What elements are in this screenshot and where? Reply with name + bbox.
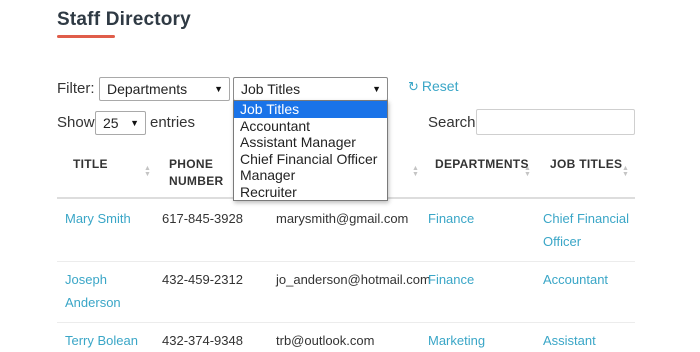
table-row-department[interactable]: Finance xyxy=(428,207,474,230)
dropdown-option-job-titles[interactable]: Job Titles xyxy=(234,101,387,118)
column-header-title[interactable]: TITLE xyxy=(73,156,108,173)
page-title: Staff Directory xyxy=(57,9,191,30)
entries-select[interactable]: 25 ▼ xyxy=(95,111,146,135)
reset-label: Reset xyxy=(421,78,459,94)
chevron-down-icon: ▼ xyxy=(130,118,139,128)
search-label: Search: xyxy=(428,114,480,131)
sort-icon: ▲ ▼ xyxy=(412,165,419,178)
column-header-phone-label-1: PHONE xyxy=(169,157,214,171)
table-row-name[interactable]: Mary Smith xyxy=(65,207,131,230)
table-row-department[interactable]: Finance xyxy=(428,268,474,291)
dropdown-option-chief-financial-officer[interactable]: Chief Financial Officer xyxy=(234,151,387,168)
reset-icon: ↻ xyxy=(408,79,419,94)
chevron-down-icon: ▼ xyxy=(372,84,381,94)
entries-select-value: 25 xyxy=(103,115,119,131)
dropdown-option-recruiter[interactable]: Recruiter xyxy=(234,184,387,201)
job-titles-select[interactable]: Job Titles ▼ xyxy=(233,77,388,101)
row-name-line: Joseph xyxy=(65,272,107,287)
row-job-line: Officer xyxy=(543,234,582,249)
show-label: Show xyxy=(57,114,95,131)
row-job-line: Chief Financial xyxy=(543,211,629,226)
search-input[interactable] xyxy=(476,109,635,135)
column-header-job-titles-label: JOB TITLES xyxy=(550,157,623,171)
column-header-departments-label: DEPARTMENTS xyxy=(435,157,529,171)
dropdown-option-manager[interactable]: Manager xyxy=(234,167,387,184)
table-row-job-title[interactable]: Chief Financial Officer xyxy=(543,207,629,253)
table-row-job-title[interactable]: Accountant xyxy=(543,268,608,291)
column-header-phone[interactable]: PHONE NUMBER xyxy=(169,156,223,190)
row-divider xyxy=(57,261,635,262)
job-titles-select-value: Job Titles xyxy=(241,81,301,97)
column-header-job-titles[interactable]: JOB TITLES xyxy=(550,156,622,173)
column-header-phone-label-2: NUMBER xyxy=(169,174,224,188)
table-row-job-title[interactable]: Assistant xyxy=(543,329,596,352)
table-row-phone: 617-845-3928 xyxy=(162,211,243,226)
entries-label: entries xyxy=(150,114,196,131)
dropdown-option-accountant[interactable]: Accountant xyxy=(234,118,387,135)
departments-select-value: Departments xyxy=(107,81,188,97)
row-job-line: Accountant xyxy=(543,272,609,287)
row-job-line: Assistant xyxy=(543,333,596,348)
sort-icon: ▲ ▼ xyxy=(524,165,531,178)
table-row-phone: 432-374-9348 xyxy=(162,333,243,348)
sort-icon: ▲ ▼ xyxy=(144,165,151,178)
table-row-email: marysmith@gmail.com xyxy=(276,211,409,226)
table-row-email: jo_anderson@hotmail.com xyxy=(276,272,431,287)
table-row-email: trb@outlook.com xyxy=(276,333,375,348)
row-name-line: Anderson xyxy=(65,295,121,310)
table-row-name[interactable]: Terry Bolean xyxy=(65,329,138,352)
filter-label: Filter: xyxy=(57,80,95,97)
title-underline xyxy=(57,35,115,38)
row-name-line: Terry Bolean xyxy=(65,333,138,348)
table-row-department[interactable]: Marketing xyxy=(428,329,485,352)
reset-button[interactable]: ↻ Reset xyxy=(408,78,458,95)
column-header-departments[interactable]: DEPARTMENTS xyxy=(435,156,529,173)
job-titles-dropdown-list[interactable]: Job Titles Accountant Assistant Manager … xyxy=(233,100,388,201)
table-row-phone: 432-459-2312 xyxy=(162,272,243,287)
dropdown-option-assistant-manager[interactable]: Assistant Manager xyxy=(234,134,387,151)
sort-icon: ▲ ▼ xyxy=(622,165,629,178)
table-row-name[interactable]: Joseph Anderson xyxy=(65,268,121,314)
chevron-down-icon: ▼ xyxy=(214,84,223,94)
departments-select[interactable]: Departments ▼ xyxy=(99,77,230,101)
row-name-line: Mary Smith xyxy=(65,211,131,226)
column-header-title-label: TITLE xyxy=(73,157,108,171)
row-divider xyxy=(57,322,635,323)
